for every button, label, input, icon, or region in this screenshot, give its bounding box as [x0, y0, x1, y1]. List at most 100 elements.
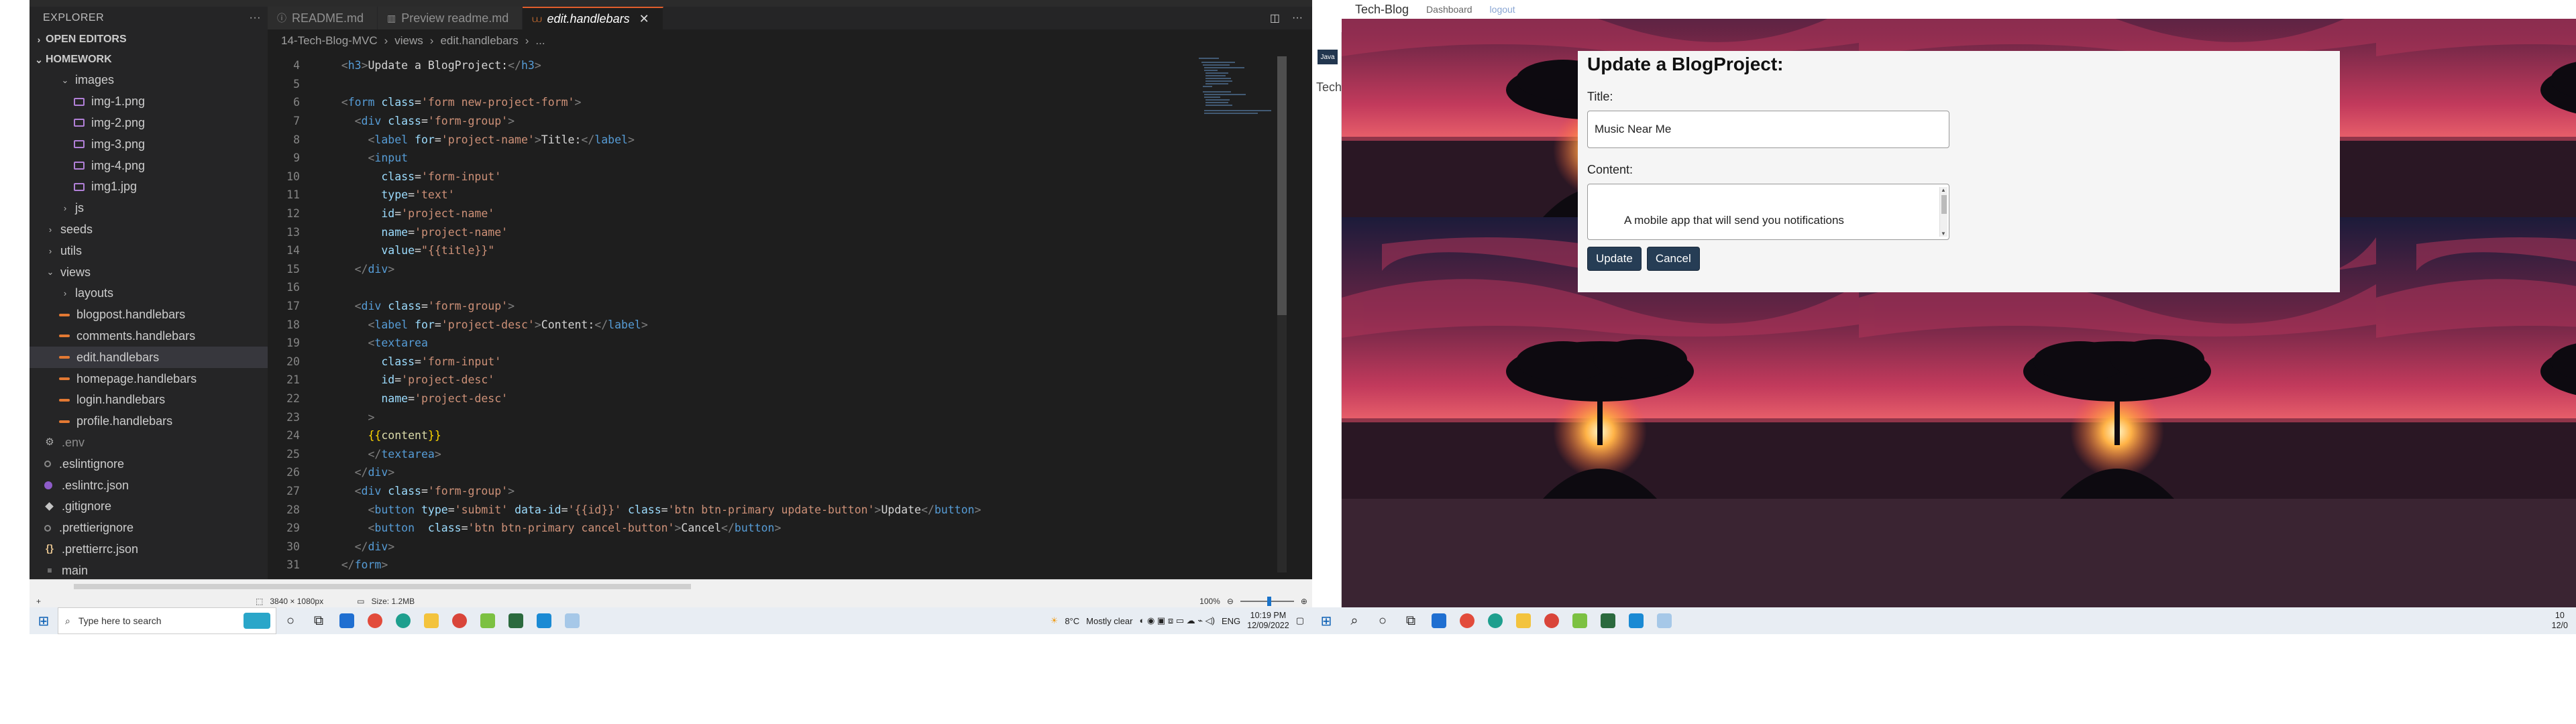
- app-icon[interactable]: [1566, 607, 1594, 634]
- tree-item[interactable]: .eslintignore: [30, 453, 268, 475]
- tree-item[interactable]: img-4.png: [30, 155, 268, 176]
- node-icon[interactable]: [1594, 607, 1622, 634]
- zoom-slider[interactable]: [1240, 597, 1294, 606]
- nav-dashboard-link[interactable]: Dashboard: [1426, 4, 1472, 15]
- editor-tab[interactable]: ⓘ README.md: [268, 7, 378, 29]
- code-line[interactable]: 16: [268, 278, 1274, 297]
- edge-icon[interactable]: [1481, 607, 1509, 634]
- code-line[interactable]: 18 <label for='project-desc'>Content:</l…: [268, 315, 1274, 334]
- chrome-profile-icon[interactable]: [1538, 607, 1566, 634]
- app-icon[interactable]: [474, 607, 502, 634]
- tree-item[interactable]: edit.handlebars: [30, 347, 268, 369]
- textarea-scrollbar[interactable]: ▲ ▼: [1939, 187, 1947, 237]
- split-editor-icon[interactable]: ◫: [1270, 11, 1280, 25]
- code-line[interactable]: 23 >: [268, 408, 1274, 426]
- task-view-icon[interactable]: ⧉: [305, 607, 333, 634]
- open-editors-section[interactable]: › OPEN EDITORS: [30, 29, 268, 50]
- tree-item[interactable]: ⚙ .env: [30, 432, 268, 454]
- paint-icon[interactable]: [1650, 607, 1678, 634]
- tree-item[interactable]: img-3.png: [30, 133, 268, 155]
- content-textarea[interactable]: A mobile app that will send you notifica…: [1587, 184, 1949, 240]
- node-icon[interactable]: [502, 607, 530, 634]
- more-actions-icon[interactable]: ···: [1292, 12, 1303, 24]
- code-line[interactable]: 7 <div class='form-group'>: [268, 112, 1274, 131]
- code-line[interactable]: 31 </form>: [268, 556, 1274, 572]
- cancel-button[interactable]: Cancel: [1646, 247, 1700, 271]
- taskbar-search[interactable]: ⌕ Type here to search: [58, 607, 276, 634]
- scroll-up-icon[interactable]: ▲: [1941, 187, 1946, 193]
- start-windows-icon[interactable]: ⊞: [1312, 607, 1340, 634]
- clock[interactable]: 10 12/0: [2552, 611, 2568, 631]
- code-line[interactable]: 17 <div class='form-group'>: [268, 297, 1274, 316]
- minimap[interactable]: [1199, 56, 1273, 117]
- tree-item[interactable]: › layouts: [30, 283, 268, 304]
- cortana-icon[interactable]: ○: [276, 607, 305, 634]
- code-line[interactable]: 20 class='form-input': [268, 353, 1274, 371]
- tree-item[interactable]: .gitignore: [30, 496, 268, 518]
- textarea-scroll-thumb[interactable]: [1941, 195, 1947, 214]
- code-line[interactable]: 8 <label for='project-name'>Title:</labe…: [268, 130, 1274, 149]
- more-actions-icon[interactable]: ···: [250, 12, 261, 24]
- code-line[interactable]: 6 <form class='form new-project-form'>: [268, 93, 1274, 112]
- horizontal-scrollbar[interactable]: [74, 584, 691, 589]
- code-view[interactable]: 4 <h3>Update a BlogProject:</h3> 5 6 <form…: [268, 56, 1274, 572]
- code-line[interactable]: 22 name='project-desc': [268, 389, 1274, 408]
- code-line[interactable]: 4 <h3>Update a BlogProject:</h3>: [268, 56, 1274, 75]
- zoom-in-icon[interactable]: ⊕: [1301, 597, 1307, 606]
- tree-item[interactable]: homepage.handlebars: [30, 368, 268, 389]
- mail-icon[interactable]: [1425, 607, 1453, 634]
- pinned-tab-icon[interactable]: Java: [1318, 50, 1338, 64]
- code-line[interactable]: 15 </div>: [268, 260, 1274, 279]
- tree-item[interactable]: ⌄ images: [30, 70, 268, 91]
- code-line[interactable]: 12 id='project-name': [268, 204, 1274, 223]
- code-line[interactable]: 14 value="{{title}}": [268, 241, 1274, 260]
- tree-item[interactable]: login.handlebars: [30, 389, 268, 411]
- code-line[interactable]: 24 {{content}}: [268, 426, 1274, 445]
- code-line[interactable]: 10 class='form-input': [268, 168, 1274, 186]
- tree-item[interactable]: .eslintrc.json: [30, 475, 268, 496]
- code-line[interactable]: 26 </div>: [268, 463, 1274, 482]
- breadcrumb-item[interactable]: edit.handlebars: [440, 34, 518, 48]
- zoom-out-icon[interactable]: ⊖: [1227, 597, 1234, 606]
- tree-item[interactable]: › utils: [30, 240, 268, 261]
- file-explorer-icon[interactable]: [1509, 607, 1538, 634]
- code-line[interactable]: 11 type='text': [268, 186, 1274, 204]
- mail-icon[interactable]: [333, 607, 361, 634]
- edge-icon[interactable]: [389, 607, 417, 634]
- tray-icons[interactable]: ◐ ◉ ▣ ⧈ ▭ ☁ ⌁ ◁): [1140, 615, 1215, 626]
- nav-brand[interactable]: Tech-Blog: [1355, 3, 1409, 17]
- code-line[interactable]: 9 <input: [268, 149, 1274, 168]
- breadcrumb-item[interactable]: views: [394, 34, 423, 48]
- code-line[interactable]: 29 <button class='btn btn-primary cancel…: [268, 519, 1274, 538]
- code-line[interactable]: 13 name='project-name': [268, 223, 1274, 241]
- task-view-icon[interactable]: ⧉: [1397, 607, 1425, 634]
- update-button[interactable]: Update: [1587, 247, 1642, 271]
- breadcrumb-item[interactable]: 14-Tech-Blog-MVC: [281, 34, 378, 48]
- zoom-slider-handle[interactable]: [1267, 597, 1271, 606]
- vscode-icon[interactable]: [530, 607, 558, 634]
- file-explorer-icon[interactable]: [417, 607, 445, 634]
- code-line[interactable]: 19 <textarea: [268, 334, 1274, 353]
- chrome-icon[interactable]: [1453, 607, 1481, 634]
- tree-item[interactable]: {} .prettierrc.json: [30, 539, 268, 560]
- tree-item[interactable]: comments.handlebars: [30, 326, 268, 347]
- tree-item[interactable]: › seeds: [30, 219, 268, 241]
- start-windows-icon[interactable]: ⊞: [30, 607, 58, 634]
- title-input[interactable]: Music Near Me: [1587, 111, 1949, 148]
- editor-tab[interactable]: ▥ Preview readme.md: [378, 7, 523, 29]
- code-line[interactable]: 28 <button type='submit' data-id='{{id}}…: [268, 500, 1274, 519]
- nav-logout-link[interactable]: logout: [1490, 4, 1515, 15]
- code-line[interactable]: 27 <div class='form-group'>: [268, 482, 1274, 501]
- notifications-icon[interactable]: ▢: [1296, 615, 1304, 626]
- breadcrumb-item[interactable]: ...: [535, 34, 545, 48]
- tree-item[interactable]: ≡ main: [30, 560, 268, 579]
- editor-tab[interactable]: ⩊ edit.handlebars ✕: [523, 7, 663, 29]
- tree-item[interactable]: .prettierignore: [30, 518, 268, 539]
- code-line[interactable]: 25 </textarea>: [268, 444, 1274, 463]
- language-indicator[interactable]: ENG: [1222, 616, 1240, 626]
- cortana-icon[interactable]: ○: [1368, 607, 1397, 634]
- editor-scrollbar[interactable]: [1277, 56, 1287, 572]
- vscode-icon[interactable]: [1622, 607, 1650, 634]
- chrome-profile-icon[interactable]: [445, 607, 474, 634]
- close-icon[interactable]: ✕: [639, 12, 649, 26]
